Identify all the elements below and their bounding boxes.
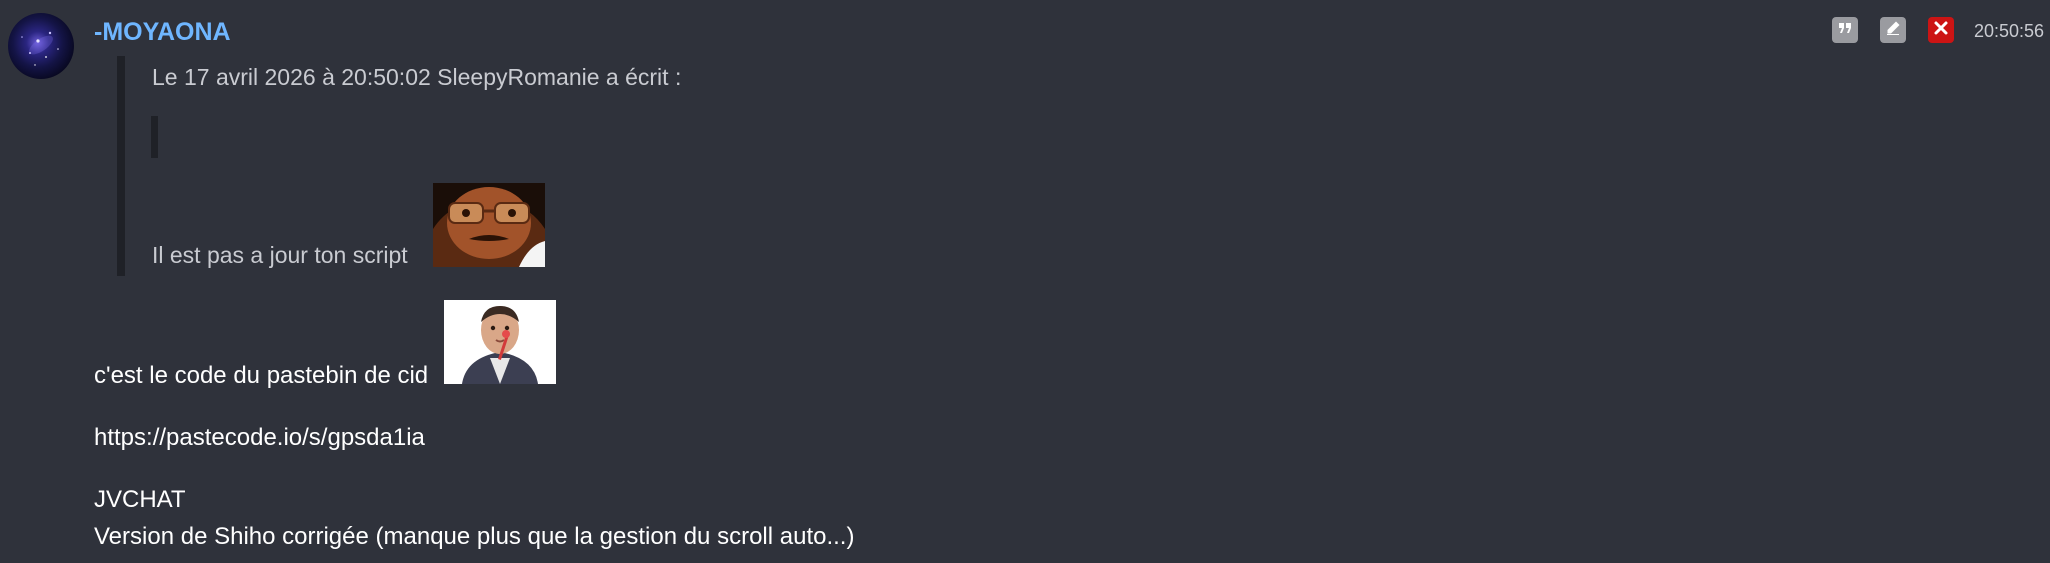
message-text: JVCHAT [94,486,186,513]
chat-message: -MOYAONA 20:50:56 Le 17 avril 2026 à 20:… [0,0,2050,563]
quote-button[interactable] [1832,17,1858,43]
sticker-image[interactable] [444,300,556,384]
avatar[interactable] [8,13,74,79]
edit-button[interactable] [1880,17,1906,43]
close-icon [1933,20,1949,41]
sticker-image[interactable] [433,183,545,267]
message-text: c'est le code du pastebin de cid [94,362,429,389]
quote-text: Il est pas a jour ton script [152,242,408,268]
author-name[interactable]: -MOYAONA [94,16,231,48]
quote-icon [1837,20,1853,41]
quote-bar [117,56,125,276]
message-timestamp: 20:50:56 [1974,21,2045,41]
pencil-icon [1885,20,1901,41]
message-link[interactable]: https://pastecode.io/s/gpsda1ia [94,420,425,456]
message-actions [1832,17,1954,43]
nested-quote-bar [151,116,158,158]
delete-button[interactable] [1928,17,1954,43]
message-text: Version de Shiho corrigée (manque plus q… [94,523,855,550]
quote-header: Le 17 avril 2026 à 20:50:02 SleepyRomani… [152,64,682,90]
